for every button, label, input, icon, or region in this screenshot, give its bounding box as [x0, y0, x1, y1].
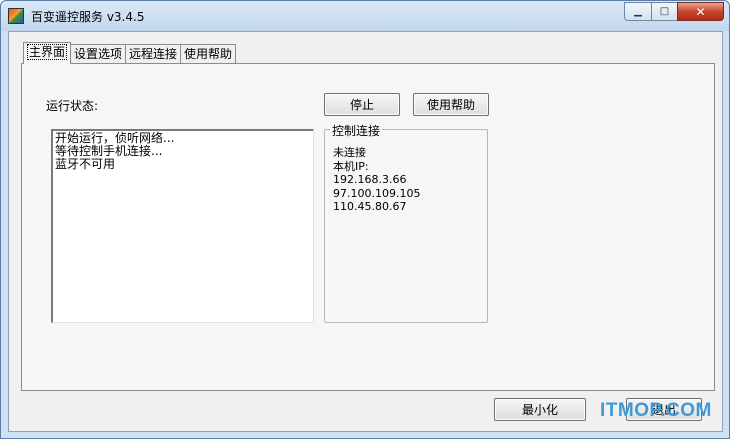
log-line: 蓝牙不可用: [55, 157, 116, 171]
client-area: 主界面 设置选项 远程连接 使用帮助 运行状态: 停止 使用帮助 开始运行，侦听…: [8, 31, 723, 432]
connection-status: 未连接: [333, 146, 366, 159]
group-title: 控制连接: [330, 122, 383, 139]
ip-address: 97.100.109.105: [333, 186, 421, 200]
minimize-button[interactable]: 最小化: [494, 398, 586, 421]
tab-settings[interactable]: 设置选项: [70, 44, 127, 64]
watermark: ITMOP.COM: [600, 400, 712, 421]
tab-help[interactable]: 使用帮助: [180, 44, 237, 64]
tab-main[interactable]: 主界面: [23, 42, 72, 64]
log-textarea[interactable]: 开始运行，侦听网络... 等待控制手机连接... 蓝牙不可用: [51, 129, 314, 323]
run-status-label: 运行状态:: [46, 99, 99, 113]
tab-label: 主界面: [27, 44, 68, 60]
minimize-window-button[interactable]: ▁: [624, 2, 651, 21]
control-connection-group: 控制连接 未连接 本机IP: 192.168.3.66 97.100.109.1…: [324, 122, 488, 323]
ip-address: 192.168.3.66: [333, 173, 407, 186]
stop-button[interactable]: 停止: [324, 93, 400, 116]
ip-address: 110.45.80.67: [333, 200, 407, 213]
maximize-window-button[interactable]: □: [651, 2, 677, 21]
app-icon: [8, 8, 24, 24]
app-window: 百变遥控服务 v3.4.5 ▁ □ ✕ 主界面 设置选项 远程连接 使用帮助 运…: [0, 0, 730, 439]
title-bar[interactable]: 百变遥控服务 v3.4.5 ▁ □ ✕: [1, 1, 729, 31]
close-window-button[interactable]: ✕: [677, 2, 724, 21]
window-title: 百变遥控服务 v3.4.5: [31, 10, 145, 24]
local-ip-label: 本机IP:: [333, 159, 369, 173]
tab-remote-connection[interactable]: 远程连接: [125, 44, 182, 64]
tab-bar: 主界面 设置选项 远程连接 使用帮助: [23, 42, 237, 64]
help-button[interactable]: 使用帮助: [413, 93, 489, 116]
